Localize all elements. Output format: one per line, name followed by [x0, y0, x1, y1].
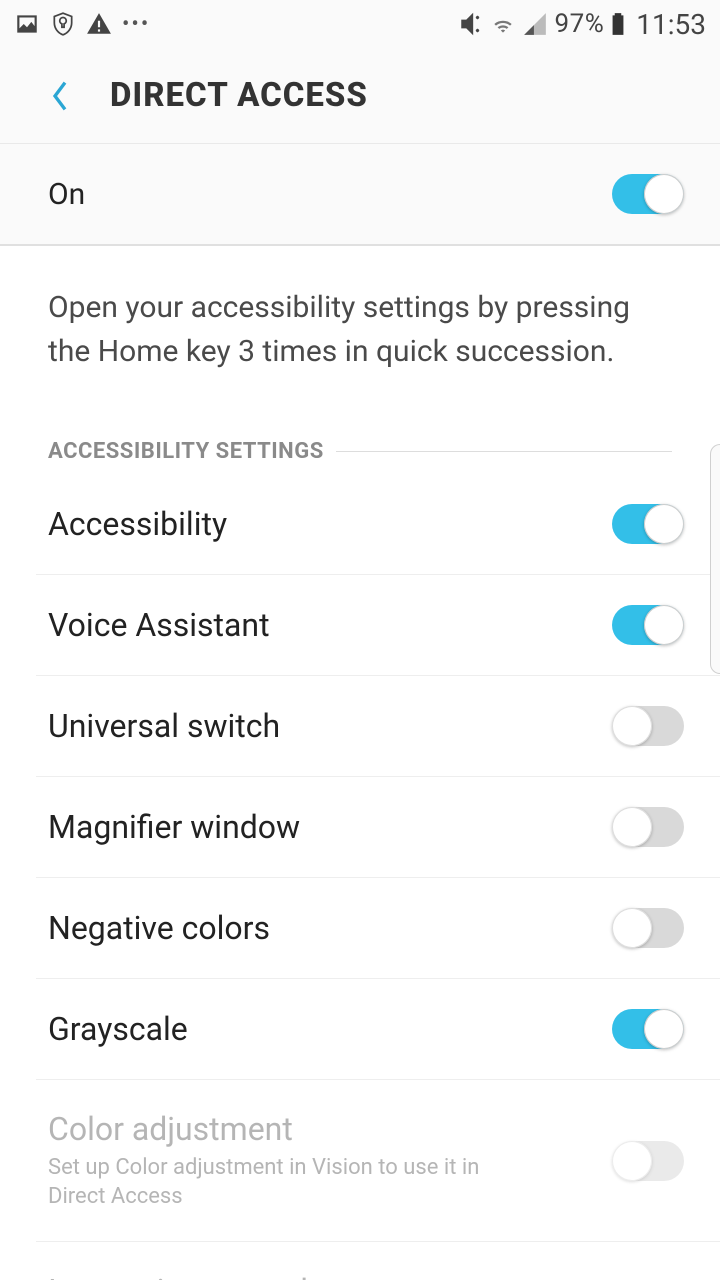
item-label: Accessibility	[48, 505, 227, 543]
battery-icon	[610, 11, 626, 37]
clock: 11:53	[636, 8, 706, 41]
item-interaction-control: Interaction control	[36, 1242, 720, 1280]
item-color-adjustment: Color adjustment Set up Color adjustment…	[36, 1080, 720, 1242]
item-universal-switch[interactable]: Universal switch	[36, 676, 720, 777]
cell-signal-icon	[522, 11, 548, 37]
app-bar: DIRECT ACCESS	[0, 48, 720, 144]
status-left: •••	[14, 11, 150, 37]
section-header: ACCESSIBILITY SETTINGS	[0, 383, 720, 474]
description-text: Open your accessibility settings by pres…	[0, 246, 720, 383]
item-label: Magnifier window	[48, 808, 300, 846]
item-label: Grayscale	[48, 1010, 188, 1048]
back-button[interactable]	[40, 76, 80, 116]
item-toggle[interactable]	[612, 605, 684, 645]
item-label: Color adjustment	[48, 1110, 508, 1148]
master-toggle-label: On	[48, 177, 85, 212]
item-label: Voice Assistant	[48, 606, 270, 644]
item-label: Interaction control	[48, 1272, 308, 1280]
shield-icon	[50, 11, 76, 37]
master-toggle-row[interactable]: On	[0, 144, 720, 246]
item-subtext: Set up Color adjustment in Vision to use…	[48, 1154, 508, 1211]
mute-vibrate-icon	[458, 11, 484, 37]
edge-panel-handle[interactable]	[710, 444, 720, 674]
item-magnifier-window[interactable]: Magnifier window	[36, 777, 720, 878]
item-negative-colors[interactable]: Negative colors	[36, 878, 720, 979]
item-toggle[interactable]	[612, 807, 684, 847]
status-right: 97% 11:53	[458, 8, 706, 41]
item-toggle[interactable]	[612, 706, 684, 746]
master-toggle[interactable]	[612, 174, 684, 214]
item-toggle[interactable]	[612, 1009, 684, 1049]
item-toggle	[612, 1141, 684, 1181]
wifi-icon	[490, 11, 516, 37]
item-accessibility[interactable]: Accessibility	[36, 474, 720, 575]
divider	[336, 451, 672, 452]
item-label: Universal switch	[48, 707, 280, 745]
item-voice-assistant[interactable]: Voice Assistant	[36, 575, 720, 676]
settings-list: Accessibility Voice Assistant Universal …	[0, 474, 720, 1280]
item-toggle[interactable]	[612, 504, 684, 544]
page-title: DIRECT ACCESS	[110, 76, 368, 115]
status-bar: ••• 97% 11:53	[0, 0, 720, 48]
item-grayscale[interactable]: Grayscale	[36, 979, 720, 1080]
image-icon	[14, 11, 40, 37]
more-icon: •••	[122, 12, 150, 37]
item-label: Negative colors	[48, 909, 270, 947]
item-toggle[interactable]	[612, 908, 684, 948]
battery-percent: 97%	[554, 9, 604, 39]
section-title: ACCESSIBILITY SETTINGS	[48, 439, 324, 464]
warning-icon	[86, 11, 112, 37]
